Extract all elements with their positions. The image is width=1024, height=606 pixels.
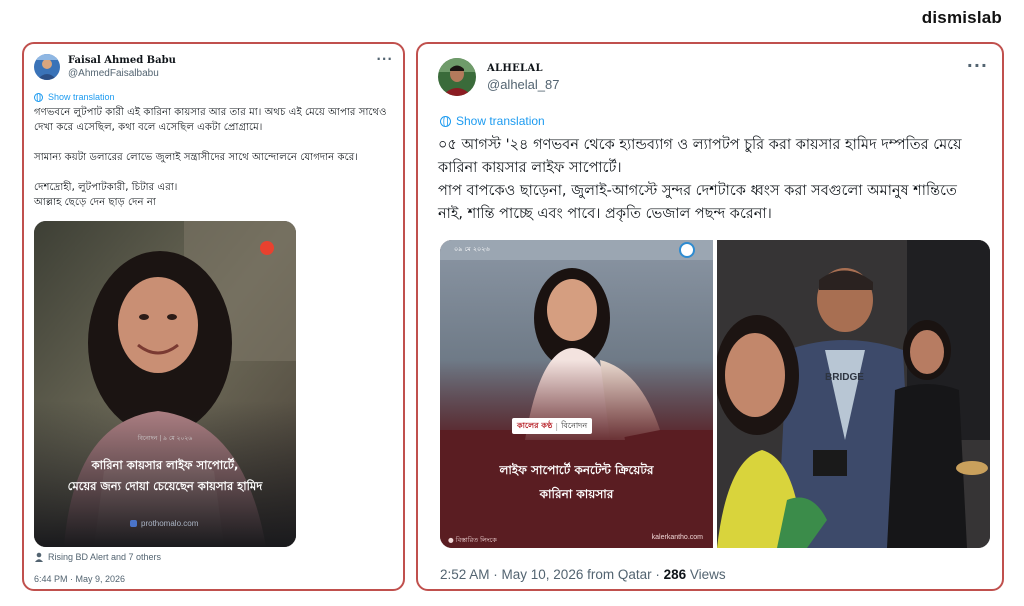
author-avatar[interactable] (34, 54, 60, 80)
media-grid: ০৯ মে ২০২৬ কালের কণ্ঠ | বিনোদন লাইফ সাপো… (440, 240, 990, 548)
author-avatar[interactable] (438, 58, 476, 96)
outlet-section: বিনোদন (561, 420, 588, 430)
author-handle[interactable]: @AhmedFaisalbabu (68, 68, 176, 79)
author-handle[interactable]: @alhelal_87 (487, 77, 559, 92)
views-count: 286 (663, 567, 687, 582)
globe-icon (440, 115, 451, 127)
repost-person-icon (35, 552, 43, 562)
news-headline: লাইফ সাপোর্টে কনটেন্ট ক্রিয়েটর কারিনা ক… (499, 463, 654, 501)
news-details-link: ● বিস্তারিত লিংকে (448, 536, 497, 544)
news-card-image[interactable]: ০৯ মে ২০২৬ কালের কণ্ঠ | বিনোদন লাইফ সাপো… (440, 240, 713, 548)
post-card-2[interactable]: ALHELAL @alhelal_87 ··· Show translation… (416, 42, 1004, 591)
portrait-photo (34, 221, 296, 547)
outlet-name: কালের কণ্ঠ (517, 420, 553, 430)
brand-logo: dismislab (921, 8, 1002, 27)
group-photo-art: BRIDGE (717, 240, 990, 548)
image-source: prothomalo.com (141, 519, 199, 528)
image-headline: কারিনা কায়সার লাইফ সাপোর্টে, মেয়ের জন্… (67, 458, 263, 493)
show-translation-label: Show translation (48, 92, 115, 102)
show-translation-link[interactable]: Show translation (440, 114, 545, 128)
news-source: kalerkantho.com (651, 534, 703, 541)
show-translation-link[interactable]: Show translation (34, 92, 115, 102)
repost-line[interactable]: Rising BD Alert and 7 others (34, 552, 161, 562)
post-card-1[interactable]: Faisal Ahmed Babu @AhmedFaisalbabu ··· S… (22, 42, 405, 591)
more-icon[interactable]: ··· (376, 52, 393, 66)
post-header: ALHELAL @alhelal_87 (438, 58, 559, 96)
author-name[interactable]: Faisal Ahmed Babu (68, 55, 176, 66)
globe-icon (34, 92, 43, 102)
link-icon (130, 520, 137, 527)
image-date-tag: বিনোদন | ৯ মে ২০২৬ (137, 435, 193, 442)
post-image[interactable]: বিনোদন | ৯ মে ২০২৬ কারিনা কায়সার লাইফ স… (34, 221, 296, 547)
show-translation-label: Show translation (456, 114, 545, 128)
post-header: Faisal Ahmed Babu @AhmedFaisalbabu (34, 54, 176, 80)
shirt-text: BRIDGE (825, 372, 864, 383)
post-text: ০৫ আগস্ট '২৪ গণভবন থেকে হ্যান্ডব্যাগ ও ল… (438, 137, 962, 222)
post-text: গণভবনে লুটপাট কারী এই কারিনা কায়সার আর … (34, 107, 387, 208)
repost-label: Rising BD Alert and 7 others (48, 552, 162, 562)
author-name[interactable]: ALHELAL (487, 63, 559, 74)
post-timestamp[interactable]: 2:52 AM · May 10, 2026 from Qatar · (440, 567, 664, 582)
post-meta: 2:52 AM · May 10, 2026 from Qatar · 286 … (440, 567, 726, 582)
views-label: Views (686, 567, 726, 582)
more-icon[interactable]: ··· (967, 56, 988, 75)
record-dot-icon (260, 241, 274, 255)
group-photo[interactable]: BRIDGE (717, 240, 990, 548)
post-timestamp[interactable]: 6:44 PM · May 9, 2026 (34, 574, 125, 584)
news-date-tag: ০৯ মে ২০২৬ (454, 245, 490, 253)
outlet-badge: কালের কণ্ঠ | বিনোদন (512, 418, 593, 434)
outlet-logo-icon (679, 242, 695, 258)
